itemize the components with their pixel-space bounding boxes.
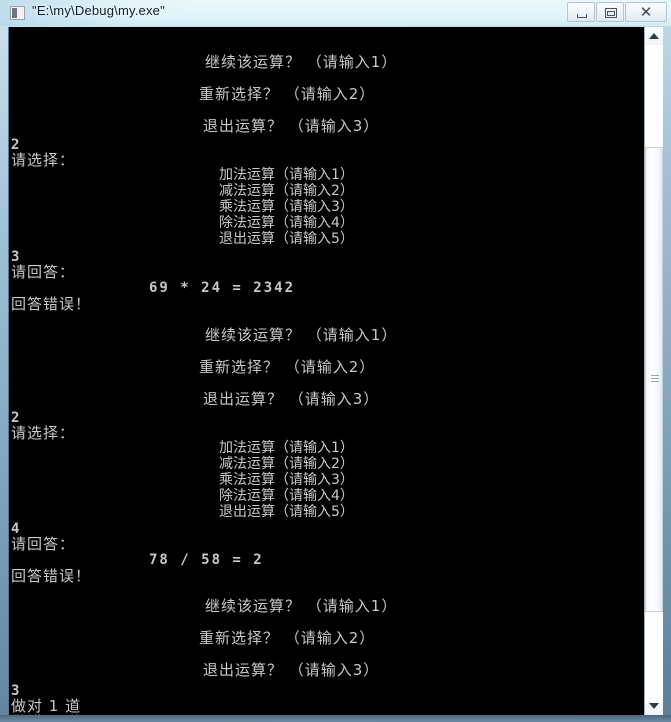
console-line: 退出运算？ （请输入3） (203, 661, 380, 679)
close-button[interactable]: ✕ (625, 2, 667, 22)
console-line: 除法运算（请输入4） (219, 488, 354, 504)
console-line: 退出运算（请输入5） (219, 231, 354, 247)
console-scrollbar[interactable] (644, 27, 663, 715)
console-line: 回答错误！ (11, 567, 92, 585)
console-line: 重新选择？ （请输入2） (199, 85, 376, 103)
chevron-up-icon (649, 33, 659, 39)
console-app-icon (10, 6, 25, 20)
chevron-down-icon (649, 703, 659, 709)
console-line: 加法运算（请输入1） (219, 440, 354, 456)
console-line: 重新选择？ （请输入2） (199, 629, 376, 647)
close-icon: ✕ (639, 4, 653, 21)
console-line: 请选择： (11, 424, 76, 442)
scroll-up-arrow[interactable] (645, 27, 663, 45)
console-line: 退出运算？ （请输入3） (203, 117, 380, 135)
console-line: 请选择： (11, 151, 76, 169)
minimize-icon (577, 14, 587, 18)
console-line: 做对 1 道 (11, 697, 82, 715)
console-line: 除法运算（请输入4） (219, 215, 354, 231)
console-line: 退出运算（请输入5） (219, 504, 354, 520)
console-line: 乘法运算（请输入3） (219, 472, 354, 488)
console-line: 继续该运算？ （请输入1） (205, 597, 398, 615)
console-line: 继续该运算？ （请输入1） (205, 326, 398, 344)
scroll-thumb-grip (651, 374, 659, 385)
console-line: 退出运算？ （请输入3） (203, 390, 380, 408)
console-line: 减法运算（请输入2） (219, 183, 354, 199)
title-bar[interactable]: "E:\my\Debug\my.exe" ✕ (0, 0, 671, 26)
console-line: 回答错误！ (11, 295, 92, 313)
console-line: 请回答： (11, 263, 76, 281)
window-title: "E:\my\Debug\my.exe" (32, 3, 165, 18)
console-line: 重新选择？ （请输入2） (199, 358, 376, 376)
console-client-area[interactable]: 继续该运算？ （请输入1） 重新选择？ （请输入2） 退出运算？ （请输入3） 2 请选… (8, 27, 663, 715)
console-line: 加法运算（请输入1） (219, 167, 354, 183)
maximize-button[interactable] (596, 2, 624, 22)
window-bottom-edge (0, 715, 671, 722)
console-text-output[interactable]: 继续该运算？ （请输入1） 重新选择？ （请输入2） 退出运算？ （请输入3） 2 请选… (9, 27, 645, 715)
window-controls: ✕ (566, 2, 667, 22)
console-window: "E:\my\Debug\my.exe" ✕ 继续该运算？ （请输入1） 重新选择… (0, 0, 671, 722)
console-line: 78 / 58 = 2 (149, 552, 264, 568)
minimize-button[interactable] (567, 2, 595, 22)
console-line: 减法运算（请输入2） (219, 456, 354, 472)
console-line: 继续该运算？ （请输入1） (205, 53, 398, 71)
scroll-thumb[interactable] (645, 147, 663, 612)
console-line: 69 * 24 = 2342 (149, 280, 296, 296)
maximize-icon-inner (607, 11, 615, 16)
console-line: 乘法运算（请输入3） (219, 199, 354, 215)
scroll-down-arrow[interactable] (645, 697, 663, 715)
console-line: 请回答： (11, 535, 76, 553)
